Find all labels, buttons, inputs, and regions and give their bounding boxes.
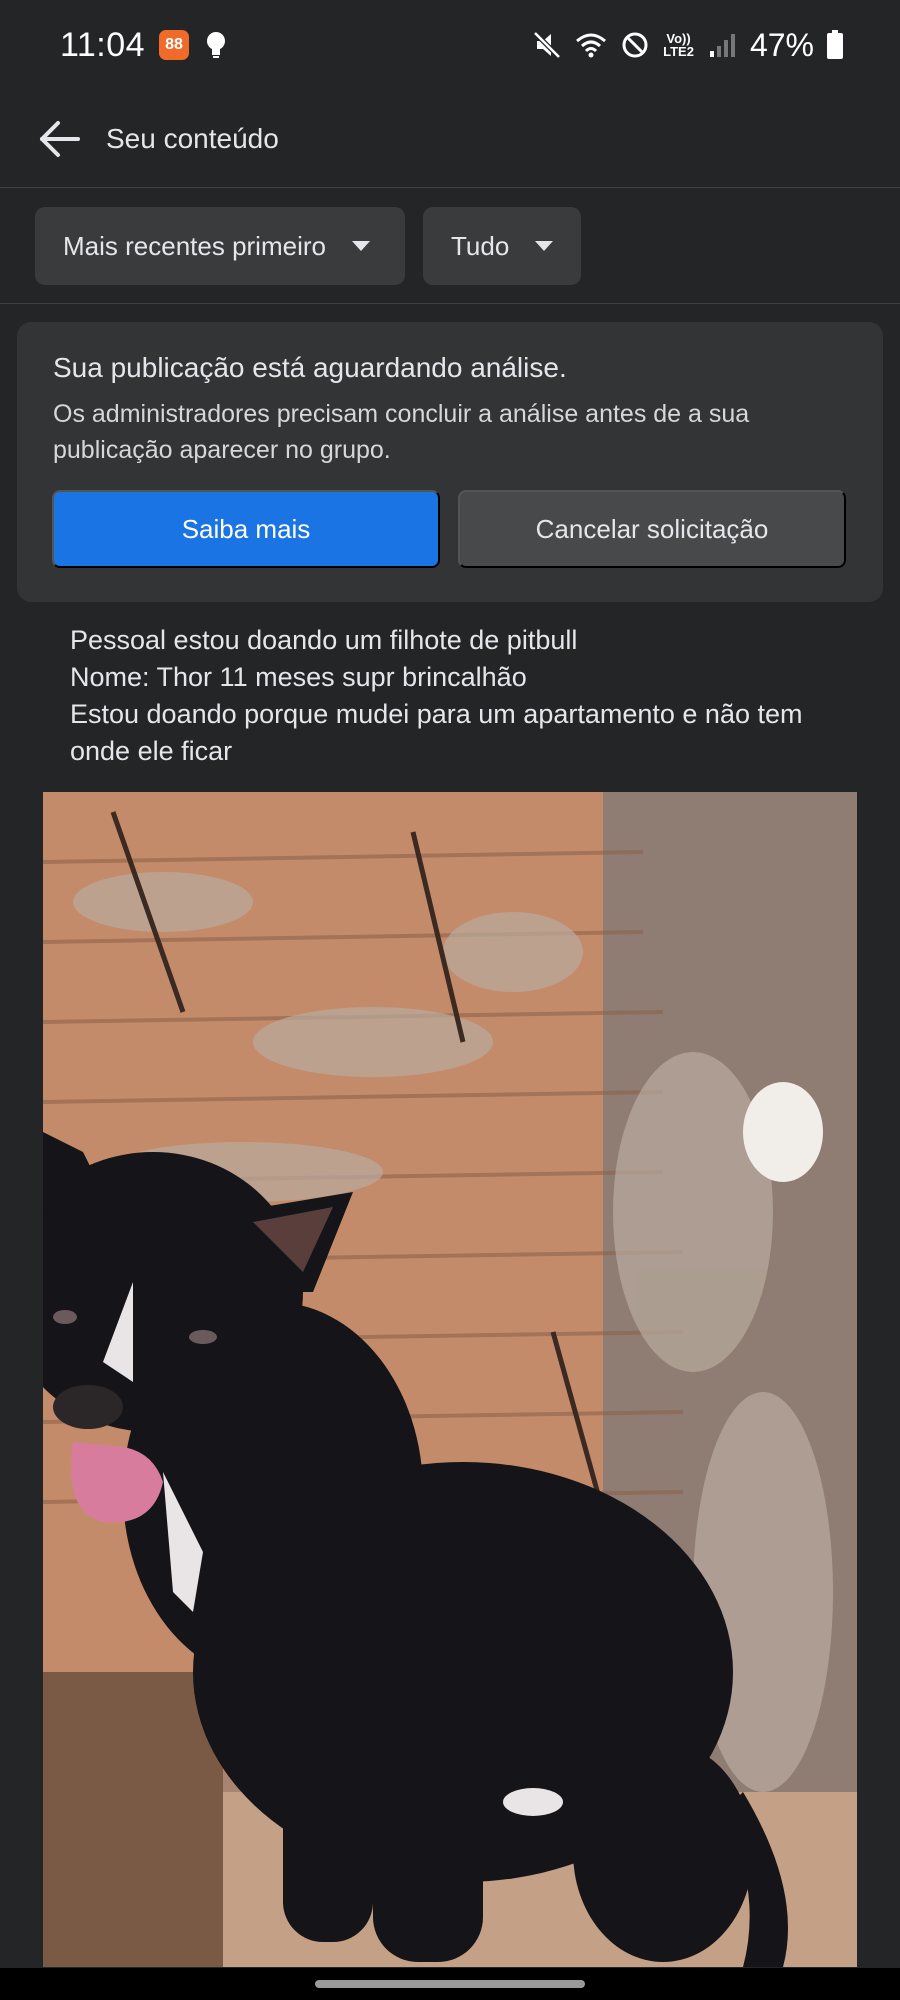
do-not-disturb-icon (622, 32, 648, 58)
filter-bar: Mais recentes primeiro Tudo (0, 189, 900, 304)
sort-dropdown[interactable]: Mais recentes primeiro (35, 207, 405, 285)
dog-photo-illustration (43, 792, 857, 1967)
pending-review-card: Sua publicação está aguardando análise. … (17, 322, 883, 602)
volte-bottom: LTE2 (663, 44, 694, 59)
battery-icon (827, 30, 843, 59)
type-filter-label: Tudo (451, 230, 510, 261)
pending-review-actions: Saiba mais Cancelar solicitação (52, 490, 846, 568)
page-title: Seu conteúdo (106, 122, 279, 154)
wifi-icon (576, 33, 607, 58)
status-right: Vo)) LTE2 47% (531, 27, 844, 64)
volte-indicator: Vo)) LTE2 (663, 32, 694, 58)
learn-more-button[interactable]: Saiba mais (52, 490, 440, 568)
battery-percent: 47% (749, 26, 814, 63)
post-text-line: Estou doando porque mudei para um aparta… (70, 699, 803, 766)
type-filter-dropdown[interactable]: Tudo (423, 207, 581, 285)
back-arrow-icon[interactable] (36, 115, 84, 163)
post-text-line: Pessoal estou doando um filhote de pitbu… (70, 625, 578, 655)
post-text-line: Nome: Thor 11 meses supr brincalhão (70, 662, 527, 692)
status-left: 11:04 88 (60, 26, 229, 65)
home-gesture-handle[interactable] (315, 1980, 585, 1988)
lightbulb-icon (207, 32, 226, 58)
status-bar: 11:04 88 Vo)) LTE2 47% (0, 0, 900, 90)
pending-review-description: Os administradores precisam concluir a a… (53, 400, 750, 464)
post-photo[interactable] (43, 792, 857, 1967)
signal-icon (709, 34, 735, 57)
status-time: 11:04 (60, 25, 146, 64)
post-text: Pessoal estou doando um filhote de pitbu… (70, 622, 860, 770)
cancel-request-button[interactable]: Cancelar solicitação (458, 490, 846, 568)
caret-down-icon (351, 241, 370, 251)
sort-dropdown-label: Mais recentes primeiro (63, 230, 326, 261)
mute-icon (533, 31, 561, 59)
app-notification-icon: 88 (159, 30, 190, 60)
system-navigation-bar (0, 1968, 900, 2000)
caret-down-icon (535, 241, 554, 251)
top-app-bar: Seu conteúdo (0, 90, 900, 188)
pending-review-title: Sua publicação está aguardando análise. (53, 352, 567, 383)
screen: 11:04 88 Vo)) LTE2 47% Seu conteúdo Mais… (0, 0, 900, 2000)
